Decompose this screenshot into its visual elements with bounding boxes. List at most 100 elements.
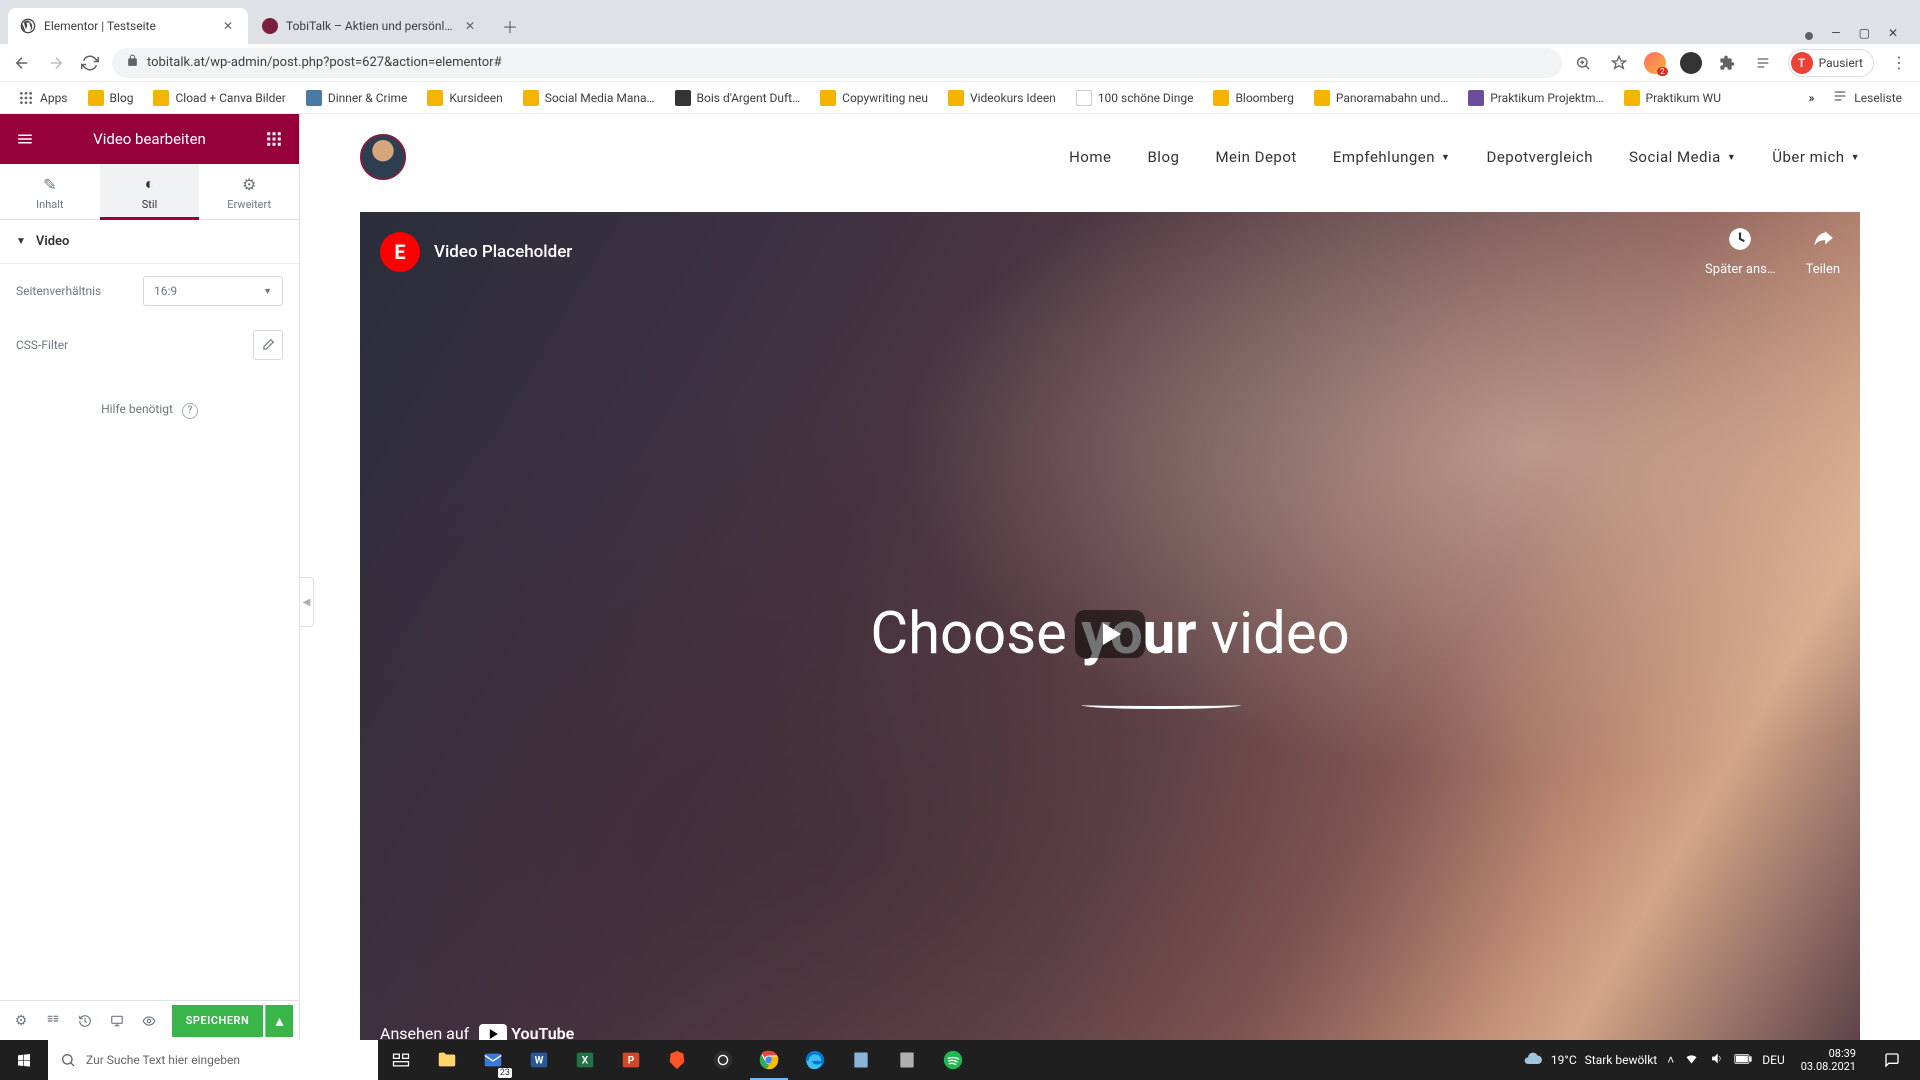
widgets-grid-icon[interactable]	[261, 126, 287, 152]
powerpoint-icon[interactable]: P	[608, 1040, 654, 1080]
watch-on-youtube[interactable]: Ansehen auf YouTube	[360, 1012, 594, 1040]
edge-icon[interactable]	[792, 1040, 838, 1080]
url-input[interactable]: tobitalk.at/wp-admin/post.php?post=627&a…	[112, 48, 1562, 78]
app-icon[interactable]	[838, 1040, 884, 1080]
bookmark-item[interactable]: Dinner & Crime	[298, 86, 416, 110]
bookmark-item[interactable]: Bois d'Argent Duft…	[667, 86, 809, 110]
folder-icon	[1314, 90, 1330, 106]
task-view-icon[interactable]	[378, 1040, 424, 1080]
apps-grid-icon	[18, 90, 34, 106]
apps-button[interactable]: Apps	[10, 86, 76, 110]
keyboard-lang[interactable]: DEU	[1762, 1053, 1784, 1067]
extension-icon[interactable]	[1680, 52, 1702, 74]
reading-list-icon	[1832, 88, 1848, 107]
aspect-ratio-select[interactable]: 16:9 ▼	[143, 276, 283, 306]
clock[interactable]: 08:39 03.08.2021	[1795, 1047, 1862, 1073]
save-button[interactable]: SPEICHERN	[172, 1005, 263, 1037]
responsive-icon[interactable]	[102, 1006, 132, 1036]
chrome-icon[interactable]	[746, 1040, 792, 1080]
weather-widget[interactable]: 19°C Stark bewölkt	[1523, 1049, 1657, 1072]
volume-icon[interactable]	[1709, 1051, 1724, 1069]
spotify-icon[interactable]	[930, 1040, 976, 1080]
browser-tab-active[interactable]: Elementor | Testseite ✕	[8, 8, 248, 44]
bookmark-item[interactable]: Panoramabahn und…	[1306, 86, 1456, 110]
navigator-icon[interactable]	[38, 1006, 68, 1036]
reading-list-icon[interactable]	[1752, 52, 1774, 74]
preview-canvas: Home Blog Mein Depot Empfehlungen▼ Depot…	[300, 114, 1920, 1040]
word-icon[interactable]: W	[516, 1040, 562, 1080]
bookmark-star-icon[interactable]	[1608, 52, 1630, 74]
nav-social-media[interactable]: Social Media▼	[1629, 148, 1736, 166]
reload-button[interactable]	[78, 51, 102, 75]
battery-icon[interactable]	[1734, 1053, 1752, 1068]
play-button[interactable]	[1075, 610, 1145, 658]
video-widget[interactable]: E Video Placeholder Später ans…	[360, 212, 1860, 1040]
back-button[interactable]	[10, 51, 34, 75]
aspect-label: Seitenverhältnis	[16, 284, 143, 298]
nav-home[interactable]: Home	[1069, 148, 1111, 166]
bookmark-item[interactable]: Videokurs Ideen	[940, 86, 1064, 110]
maximize-icon[interactable]: ▢	[1859, 26, 1870, 40]
tray-chevron-up-icon[interactable]: ˄	[1667, 1053, 1674, 1067]
browser-tab[interactable]: TobiTalk – Aktien und persönlich… ✕	[250, 8, 490, 44]
excel-icon[interactable]: X	[562, 1040, 608, 1080]
watch-later-button[interactable]: Später ans…	[1705, 226, 1776, 277]
mail-icon[interactable]: 23	[470, 1040, 516, 1080]
hamburger-menu-icon[interactable]	[12, 126, 38, 152]
new-tab-button[interactable]: ＋	[496, 12, 524, 40]
tab-style[interactable]: ◐ Stil	[100, 164, 200, 219]
collapse-sidebar-handle[interactable]: ◀	[300, 577, 314, 627]
search-icon	[60, 1052, 76, 1068]
chevron-down-icon: ▼	[1851, 152, 1860, 163]
profile-button[interactable]: T Pausiert	[1788, 49, 1874, 77]
save-options-button[interactable]: ▴	[265, 1005, 293, 1037]
bookmark-item[interactable]: Cload + Canva Bilder	[145, 86, 293, 110]
site-logo[interactable]	[360, 134, 406, 180]
extensions-puzzle-icon[interactable]	[1716, 52, 1738, 74]
bookmark-item[interactable]: Copywriting neu	[812, 86, 936, 110]
network-icon[interactable]	[1684, 1051, 1699, 1069]
start-button[interactable]	[0, 1040, 48, 1080]
youtube-play-icon	[479, 1024, 507, 1040]
nav-blog[interactable]: Blog	[1147, 148, 1179, 166]
bookmarks-overflow-icon[interactable]: »	[1809, 91, 1815, 105]
reading-list-button[interactable]: Leseliste	[1824, 84, 1910, 111]
settings-gear-icon[interactable]: ⚙	[6, 1006, 36, 1036]
notifications-icon[interactable]	[1872, 1040, 1912, 1080]
editor-tabs: ✎ Inhalt ◐ Stil ⚙ Erweitert	[0, 164, 299, 220]
tab-content[interactable]: ✎ Inhalt	[0, 164, 100, 219]
close-window-icon[interactable]: ✕	[1888, 26, 1898, 40]
minimize-icon[interactable]: —	[1831, 26, 1840, 40]
close-icon[interactable]: ✕	[462, 18, 478, 34]
account-dot-icon[interactable]	[1805, 32, 1813, 40]
bookmark-item[interactable]: Blog	[80, 86, 142, 110]
kebab-menu-icon[interactable]: ⋮	[1888, 52, 1910, 74]
nav-empfehlungen[interactable]: Empfehlungen▼	[1333, 148, 1451, 166]
zoom-icon[interactable]	[1572, 52, 1594, 74]
history-icon[interactable]	[70, 1006, 100, 1036]
forward-button[interactable]	[44, 51, 68, 75]
close-icon[interactable]: ✕	[220, 18, 236, 34]
obs-icon[interactable]	[700, 1040, 746, 1080]
tab-advanced[interactable]: ⚙ Erweitert	[199, 164, 299, 219]
preview-eye-icon[interactable]	[134, 1006, 164, 1036]
section-video-toggle[interactable]: ▼ Video	[0, 220, 299, 264]
nav-about[interactable]: Über mich▼	[1772, 148, 1860, 166]
bookmark-item[interactable]: Praktikum WU	[1616, 86, 1729, 110]
taskbar-search[interactable]: Zur Suche Text hier eingeben	[48, 1040, 378, 1080]
bookmark-item[interactable]: Bloomberg	[1205, 86, 1301, 110]
bookmark-item[interactable]: 100 schöne Dinge	[1068, 86, 1202, 110]
css-filter-label: CSS-Filter	[16, 338, 253, 352]
nav-depot[interactable]: Mein Depot	[1215, 148, 1296, 166]
bookmark-item[interactable]: Kursideen	[419, 86, 510, 110]
bookmark-item[interactable]: Praktikum Projektm…	[1460, 86, 1611, 110]
help-link[interactable]: Hilfe benötigt ?	[0, 372, 299, 449]
nav-depotvergleich[interactable]: Depotvergleich	[1486, 148, 1593, 166]
extension-icon[interactable]: 2	[1644, 52, 1666, 74]
share-button[interactable]: Teilen	[1806, 226, 1840, 277]
css-filter-edit-button[interactable]	[253, 330, 283, 360]
app-icon[interactable]	[884, 1040, 930, 1080]
brave-icon[interactable]	[654, 1040, 700, 1080]
file-explorer-icon[interactable]	[424, 1040, 470, 1080]
bookmark-item[interactable]: Social Media Mana…	[515, 86, 663, 110]
